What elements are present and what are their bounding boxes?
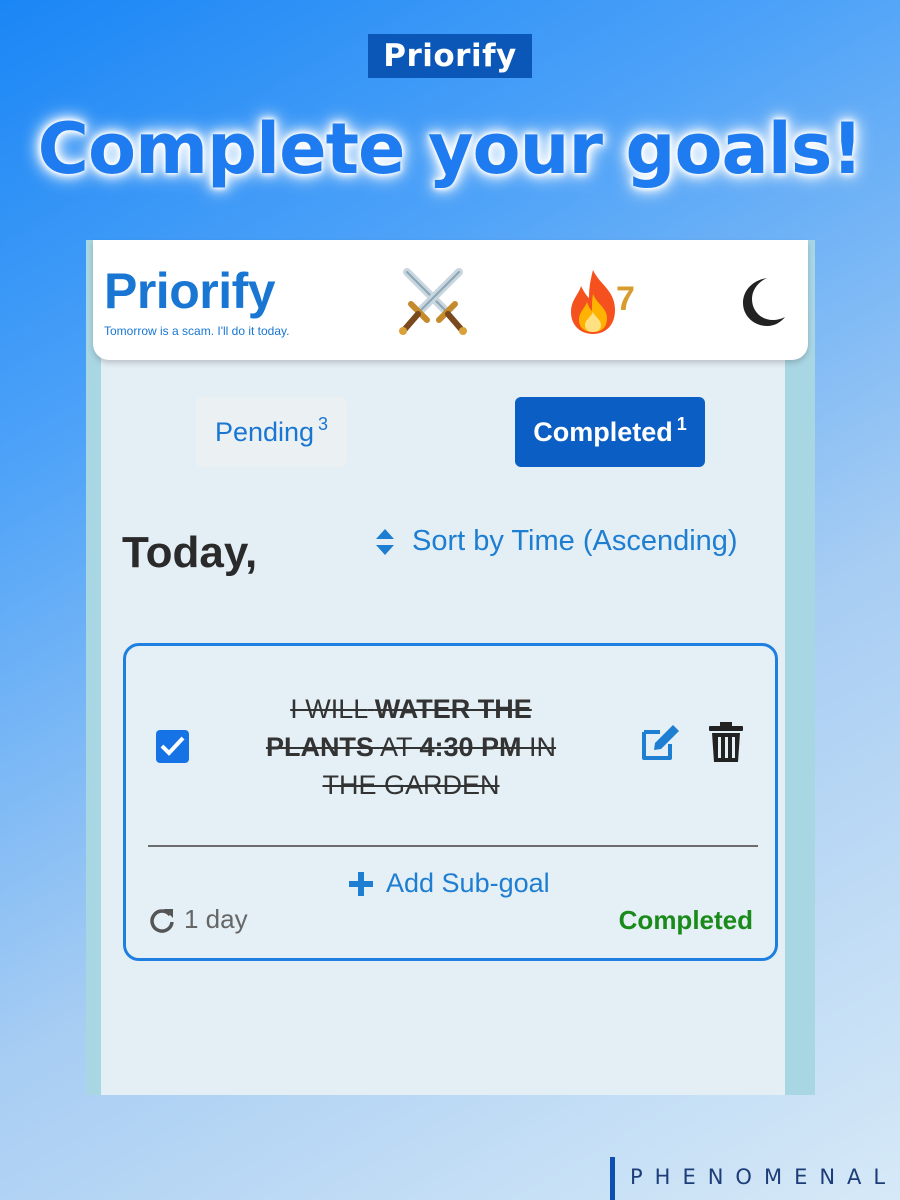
goal-checkbox[interactable]	[156, 730, 189, 763]
repeat-icon	[150, 908, 174, 933]
sort-icon	[376, 528, 394, 555]
tab-pending[interactable]: Pending 3	[196, 397, 347, 467]
edit-icon[interactable]	[640, 722, 682, 762]
brand-logo: PHENOMENAL	[610, 1157, 890, 1200]
brand-text: PHENOMENAL	[630, 1165, 898, 1189]
tab-completed-count: 1	[676, 413, 687, 434]
tab-completed-label: Completed	[533, 416, 673, 447]
app-title: Priorify	[104, 263, 276, 319]
goal-at: at	[379, 732, 412, 762]
promo-badge: Priorify	[368, 34, 532, 78]
tab-pending-count: 3	[318, 413, 329, 434]
fire-icon	[571, 270, 615, 334]
tab-pending-label: Pending	[214, 416, 315, 447]
add-subgoal-button[interactable]: Add Sub-goal	[348, 868, 550, 899]
check-icon	[160, 736, 185, 756]
status-badge: Completed	[618, 905, 753, 935]
goal-prefix: I will	[290, 694, 368, 724]
repeat-info: 1 day	[148, 904, 248, 935]
trash-icon[interactable]	[706, 720, 746, 764]
app-tagline: Tomorrow is a scam. I'll do it today.	[104, 324, 290, 338]
moon-icon[interactable]	[737, 274, 787, 328]
card-divider	[148, 845, 758, 847]
section-heading: Today,	[122, 528, 258, 577]
streak-count: 7	[616, 280, 635, 318]
goal-text: I will water the plants at 4:30 PM in th…	[236, 690, 586, 804]
sort-label: Sort by Time (Ascending)	[412, 525, 738, 557]
goal-time: 4:30 PM	[419, 732, 522, 762]
promo-headline: Complete your goals!	[37, 108, 864, 190]
sort-button[interactable]: Sort by Time (Ascending)	[374, 525, 738, 558]
tab-completed[interactable]: Completed 1	[515, 397, 705, 467]
add-subgoal-label: Add Sub-goal	[386, 868, 550, 898]
app-header: Priorify Tomorrow is a scam. I'll do it …	[93, 240, 808, 360]
plus-icon	[349, 871, 373, 896]
crossed-swords-icon[interactable]	[393, 262, 473, 342]
repeat-label: 1 day	[184, 904, 248, 934]
goal-card: I will water the plants at 4:30 PM in th…	[123, 643, 778, 961]
brand-bar	[610, 1157, 615, 1200]
